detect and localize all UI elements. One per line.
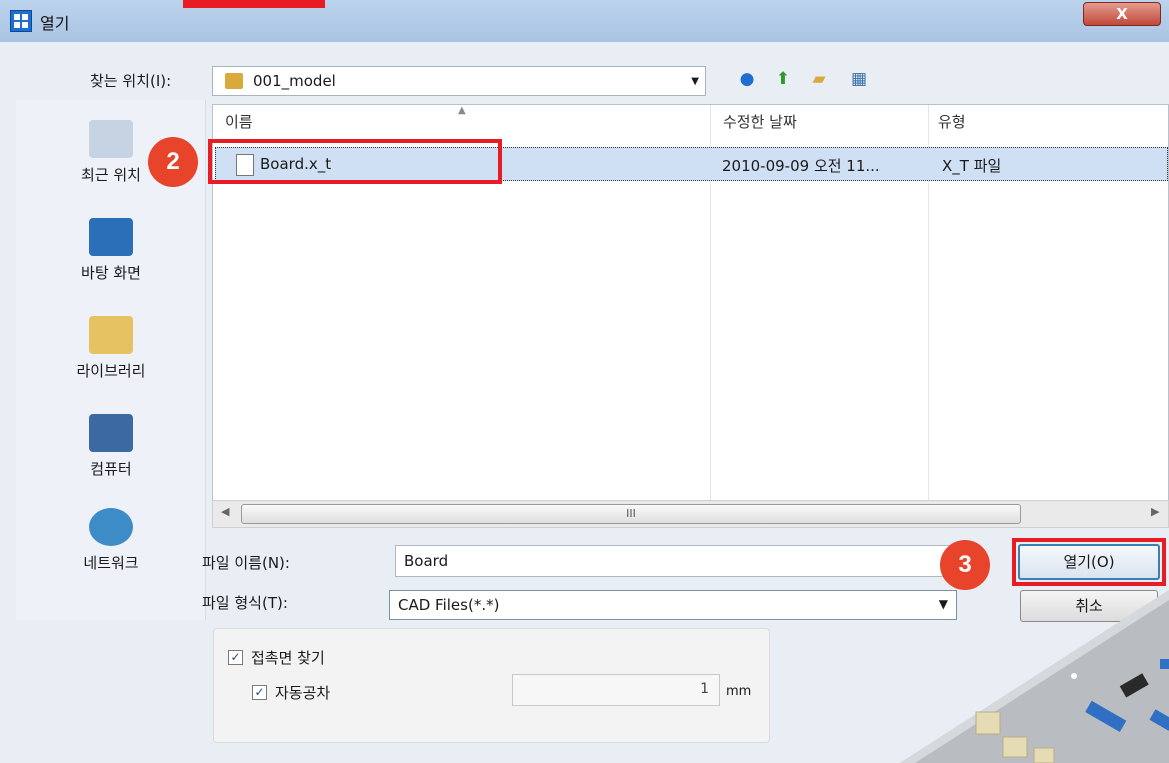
place-label: 컴퓨터 — [90, 460, 132, 478]
column-header-name[interactable]: 이름 — [225, 111, 253, 132]
scroll-left-icon[interactable]: ◀ — [221, 505, 229, 518]
computer-icon — [89, 414, 133, 452]
column-header-type[interactable]: 유형 — [938, 111, 966, 132]
lookin-combo[interactable]: 001_model ▼ — [212, 66, 706, 96]
cancel-button[interactable]: 취소 — [1020, 590, 1158, 622]
chevron-down-icon: ▼ — [938, 597, 948, 611]
place-label: 라이브러리 — [76, 362, 146, 380]
place-desktop[interactable]: 바탕 화면 — [16, 218, 206, 283]
new-folder-icon[interactable]: ▰ — [806, 66, 832, 92]
highlight-mark — [183, 0, 325, 8]
place-libraries[interactable]: 라이브러리 — [16, 316, 206, 381]
view-menu-icon[interactable]: ▦ — [846, 66, 872, 92]
title-bar: 열기 X — [0, 0, 1169, 42]
libraries-icon — [89, 316, 133, 354]
step-badge-2: 2 — [148, 137, 198, 187]
lookin-value: 001_model — [253, 72, 336, 90]
scroll-thumb[interactable]: III — [241, 504, 1021, 524]
file-type: X_T 파일 — [942, 157, 1002, 175]
filename-label: 파일 이름(N): — [202, 554, 290, 572]
place-label: 바탕 화면 — [81, 264, 141, 282]
tolerance-input[interactable]: 1 — [512, 674, 720, 706]
auto-tolerance-label: 자동공차 — [275, 684, 331, 702]
place-network[interactable]: 네트워크 — [16, 508, 206, 573]
highlight-open-button — [1012, 538, 1166, 586]
chevron-down-icon: ▼ — [691, 76, 699, 87]
tolerance-unit: mm — [726, 684, 752, 699]
folder-icon — [225, 73, 243, 89]
close-button[interactable]: X — [1083, 2, 1161, 26]
lookin-label: 찾는 위치(I): — [90, 72, 172, 90]
filetype-label: 파일 형식(T): — [202, 594, 288, 612]
highlight-file-row — [208, 139, 502, 184]
place-label: 네트워크 — [83, 554, 139, 572]
recent-places-icon — [89, 120, 133, 158]
contact-label: 접촉면 찾기 — [251, 649, 325, 667]
file-date: 2010-09-09 오전 11... — [722, 157, 880, 175]
filetype-select[interactable]: CAD Files(*.*) ▼ — [389, 590, 957, 620]
filename-input[interactable]: Board — [395, 545, 955, 577]
scroll-right-icon[interactable]: ▶ — [1151, 505, 1159, 518]
step-badge-3: 3 — [940, 540, 990, 590]
auto-tolerance-checkbox[interactable]: ✓ — [252, 685, 267, 700]
sort-arrow-icon: ▲ — [458, 105, 466, 116]
place-computer[interactable]: 컴퓨터 — [16, 414, 206, 479]
desktop-icon — [89, 218, 133, 256]
open-dialog: 열기 X 찾는 위치(I): 001_model ▼ ● ⬆ ▰ ▦ 최근 위치… — [0, 0, 1169, 763]
filetype-value: CAD Files(*.*) — [398, 596, 500, 614]
back-icon[interactable]: ● — [734, 66, 760, 92]
up-folder-icon[interactable]: ⬆ — [770, 66, 796, 92]
app-icon — [10, 10, 32, 32]
network-icon — [89, 508, 133, 546]
place-label: 최근 위치 — [81, 166, 141, 184]
contact-checkbox[interactable]: ✓ — [228, 650, 243, 665]
window-title: 열기 — [40, 14, 70, 33]
horizontal-scrollbar[interactable]: ◀ III ▶ — [212, 500, 1169, 528]
column-header-date[interactable]: 수정한 날짜 — [723, 111, 797, 132]
